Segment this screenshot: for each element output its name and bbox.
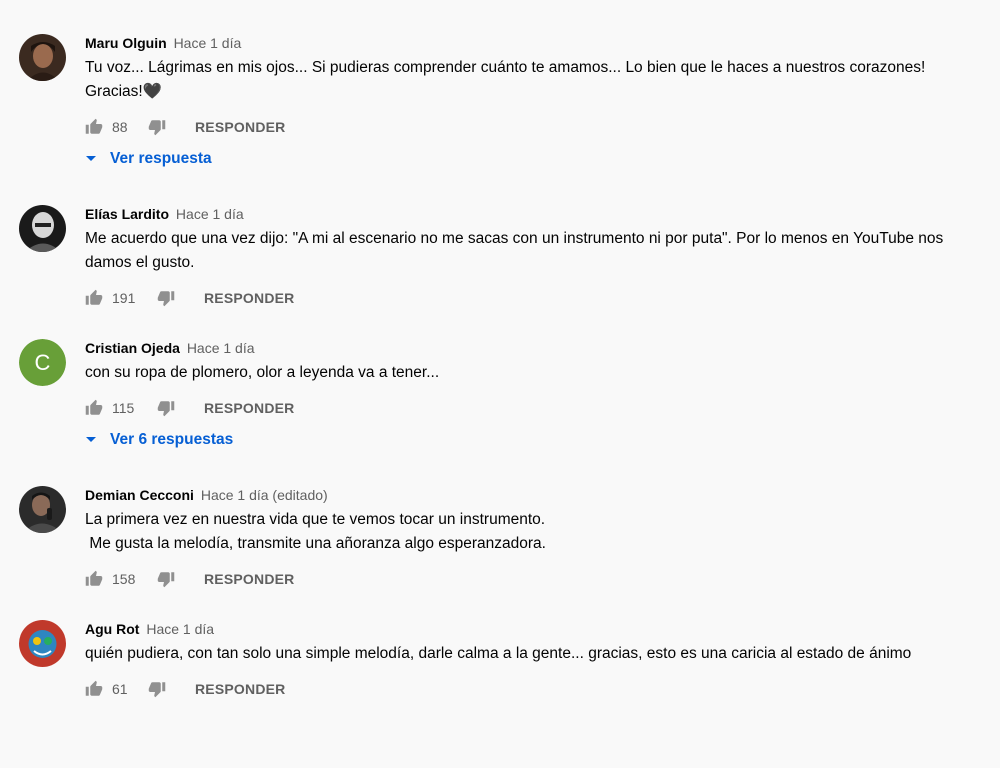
thumbs-up-icon[interactable] bbox=[85, 570, 103, 588]
view-replies-button[interactable]: Ver 6 respuestas bbox=[85, 428, 985, 452]
comment-actions: 88 RESPONDER bbox=[85, 115, 985, 139]
avatar-letter: C bbox=[35, 350, 51, 375]
comment-text: Tu voz... Lágrimas en mis ojos... Si pud… bbox=[85, 59, 930, 100]
thumbs-down-icon[interactable] bbox=[157, 289, 175, 307]
avatar[interactable] bbox=[19, 205, 66, 252]
reply-button[interactable]: RESPONDER bbox=[204, 570, 294, 588]
thumbs-down-icon[interactable] bbox=[148, 118, 166, 136]
caret-down-icon bbox=[85, 151, 97, 165]
like-count: 191 bbox=[112, 290, 136, 306]
avatar[interactable] bbox=[19, 620, 66, 667]
thumbs-up-icon[interactable] bbox=[85, 680, 103, 698]
comment-time[interactable]: Hace 1 día bbox=[187, 340, 255, 356]
author-name[interactable]: Elías Lardito bbox=[85, 206, 169, 222]
view-replies-label: Ver respuesta bbox=[110, 150, 212, 167]
thumbs-down-icon[interactable] bbox=[157, 399, 175, 417]
comment-text: quién pudiera, con tan solo una simple m… bbox=[85, 645, 912, 662]
like-count: 61 bbox=[112, 681, 128, 697]
avatar[interactable] bbox=[19, 34, 66, 81]
comment-actions: 191 RESPONDER bbox=[85, 286, 985, 310]
reply-button[interactable]: RESPONDER bbox=[204, 289, 294, 307]
comment-actions: 61 RESPONDER bbox=[85, 677, 985, 701]
avatar[interactable] bbox=[19, 486, 66, 533]
reply-button[interactable]: RESPONDER bbox=[195, 118, 285, 136]
comment-time[interactable]: Hace 1 día (editado) bbox=[201, 487, 328, 503]
comment-time[interactable]: Hace 1 día bbox=[174, 35, 242, 51]
comment-actions: 158 RESPONDER bbox=[85, 567, 985, 591]
comment-actions: 115 RESPONDER bbox=[85, 396, 985, 420]
avatar[interactable]: C bbox=[19, 339, 66, 386]
thumbs-up-icon[interactable] bbox=[85, 118, 103, 136]
comment-text: Me acuerdo que una vez dijo: "A mi al es… bbox=[85, 230, 948, 271]
caret-down-icon bbox=[85, 432, 97, 446]
reply-button[interactable]: RESPONDER bbox=[204, 399, 294, 417]
comment-text: La primera vez en nuestra vida que te ve… bbox=[85, 511, 546, 552]
thumbs-down-icon[interactable] bbox=[148, 680, 166, 698]
like-count: 158 bbox=[112, 571, 136, 587]
like-count: 88 bbox=[112, 119, 128, 135]
view-replies-button[interactable]: Ver respuesta bbox=[85, 147, 985, 171]
like-count: 115 bbox=[112, 400, 135, 416]
thumbs-up-icon[interactable] bbox=[85, 399, 103, 417]
author-name[interactable]: Maru Olguin bbox=[85, 35, 167, 51]
author-name[interactable]: Demian Cecconi bbox=[85, 487, 194, 503]
view-replies-label: Ver 6 respuestas bbox=[110, 431, 234, 448]
author-name[interactable]: Agu Rot bbox=[85, 621, 139, 637]
author-name[interactable]: Cristian Ojeda bbox=[85, 340, 180, 356]
reply-button[interactable]: RESPONDER bbox=[195, 680, 285, 698]
thumbs-down-icon[interactable] bbox=[157, 570, 175, 588]
comment-time[interactable]: Hace 1 día bbox=[176, 206, 244, 222]
comment-time[interactable]: Hace 1 día bbox=[146, 621, 214, 637]
thumbs-up-icon[interactable] bbox=[85, 289, 103, 307]
comment-text: con su ropa de plomero, olor a leyenda v… bbox=[85, 364, 440, 381]
